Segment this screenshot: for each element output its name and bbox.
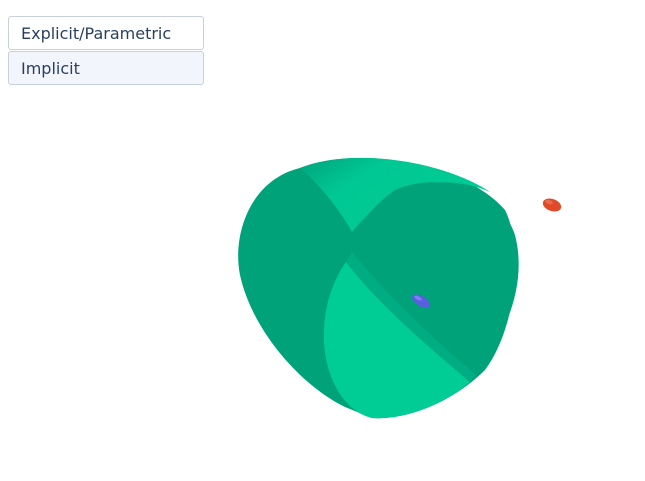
implicit-button[interactable]: Implicit [8,51,204,85]
explicit-parametric-label: Explicit/Parametric [21,23,172,43]
implicit-label: Implicit [21,58,80,78]
update-menu: Explicit/Parametric Implicit [8,16,204,85]
explicit-parametric-button[interactable]: Explicit/Parametric [8,16,204,50]
marker-red[interactable] [541,196,563,214]
plot-page: Explicit/Parametric Implicit [0,0,645,481]
